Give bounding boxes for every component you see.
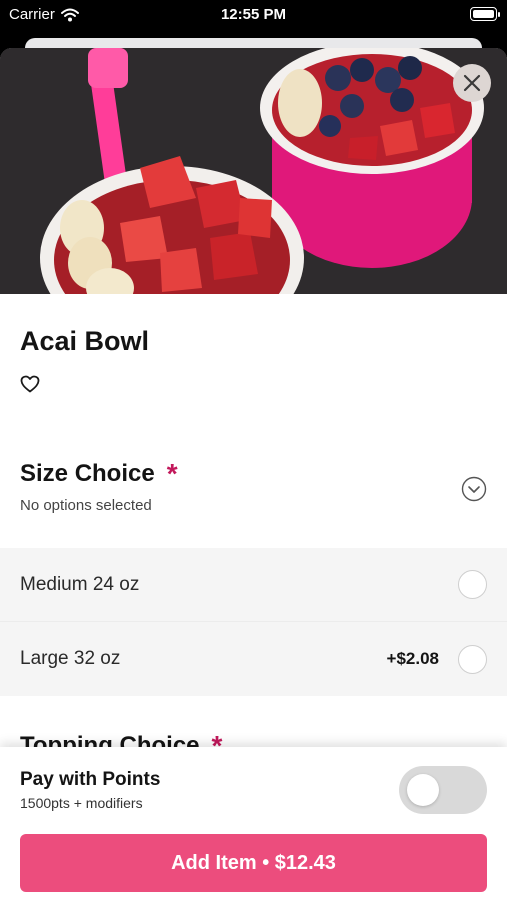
option-label: Medium 24 oz — [20, 573, 140, 595]
add-item-button[interactable]: Add Item • $12.43 — [20, 834, 487, 892]
toggle-knob — [407, 774, 439, 806]
heart-icon — [20, 375, 40, 393]
status-bar: Carrier 12:55 PM — [0, 0, 507, 30]
points-cost-label: 1500pts + modifiers — [20, 795, 143, 811]
size-option-large[interactable]: Large 32 oz +$2.08 — [0, 622, 507, 696]
checkout-bar: Pay with Points 1500pts + modifiers Add … — [0, 747, 507, 900]
pay-with-points-toggle[interactable] — [399, 766, 487, 814]
size-choice-title: Size Choice — [20, 460, 155, 487]
chevron-down-icon[interactable] — [461, 476, 487, 502]
status-time: 12:55 PM — [220, 6, 287, 23]
size-option-medium[interactable]: Medium 24 oz — [0, 548, 507, 622]
option-price: +$2.08 — [386, 649, 439, 668]
close-icon — [463, 74, 481, 92]
required-marker: * — [166, 458, 178, 489]
radio-button[interactable] — [458, 644, 487, 674]
size-choice-status: No options selected — [20, 497, 152, 514]
product-title: Acai Bowl — [20, 326, 150, 356]
acai-bowl-photo — [0, 48, 507, 294]
size-choice-title-row: Size Choice * — [20, 460, 487, 488]
app-screen: Carrier 12:55 PM Acai Bowl Size Choice *… — [0, 0, 507, 900]
product-image — [0, 48, 507, 294]
radio-button[interactable] — [458, 570, 487, 599]
favorite-button[interactable] — [20, 375, 42, 397]
battery-icon — [470, 7, 500, 21]
option-label: Large 32 oz — [20, 648, 121, 669]
size-choice-header[interactable]: Size Choice * No options selected — [0, 426, 507, 548]
product-header: Acai Bowl — [0, 294, 507, 426]
pay-with-points-label: Pay with Points — [20, 769, 161, 790]
size-options-list: Medium 24 oz Large 32 oz +$2.08 — [0, 548, 507, 696]
close-button[interactable] — [453, 64, 491, 102]
